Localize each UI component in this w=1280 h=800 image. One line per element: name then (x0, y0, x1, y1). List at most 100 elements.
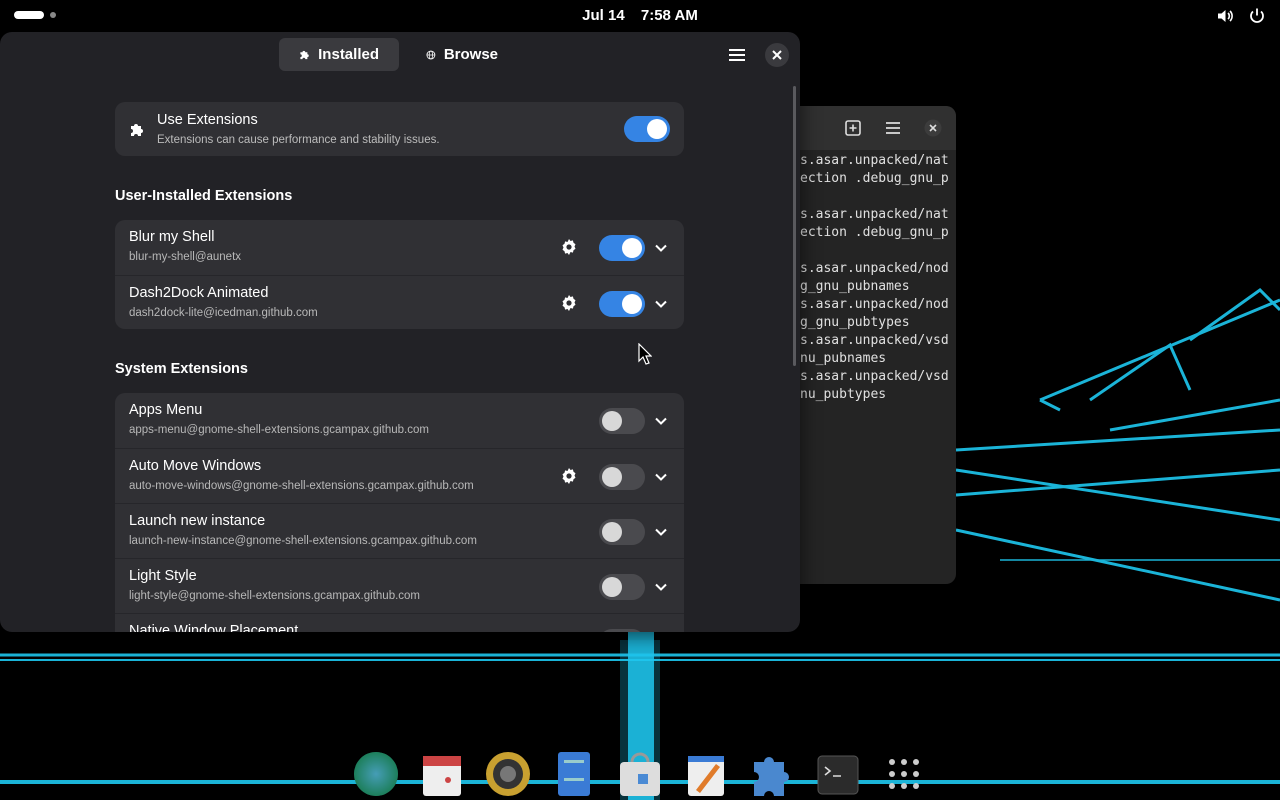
music-player-icon[interactable] (484, 748, 532, 796)
toggle-knob (602, 577, 622, 597)
software-icon[interactable] (616, 748, 664, 796)
use-extensions-title: Use Extensions (157, 112, 258, 128)
use-extensions-row: Use Extensions Extensions can cause perf… (115, 102, 684, 156)
clock-date: Jul 14 (582, 7, 625, 24)
extension-row[interactable]: Light Style light-style@gnome-shell-exten… (115, 558, 684, 613)
settings-gear-icon[interactable] (560, 467, 578, 485)
system-tray[interactable] (1216, 7, 1266, 25)
extension-toggle[interactable] (599, 464, 645, 490)
extension-toggle[interactable] (599, 408, 645, 434)
extension-name: Launch new instance (129, 513, 266, 529)
terminal-line: nu_pubnames (800, 351, 887, 366)
extension-uuid: light-style@gnome-shell-extensions.gcamp… (129, 590, 421, 602)
toggle-knob (602, 522, 622, 542)
toggle-knob (622, 238, 642, 258)
calendar-icon[interactable] (418, 748, 466, 796)
terminal-line: s.asar.unpacked/vsd (800, 369, 949, 384)
extension-row[interactable]: Dash2Dock Animated dash2dock-lite@icedman… (115, 275, 684, 329)
chevron-down-icon[interactable] (653, 296, 669, 312)
extension-uuid: launch-new-instance@gnome-shell-extensio… (129, 535, 477, 547)
power-icon[interactable] (1248, 7, 1266, 25)
globe-icon (426, 50, 436, 59)
terminal-line: nu_pubtypes (800, 387, 887, 402)
browser-icon[interactable] (352, 748, 400, 796)
top-bar: Jul 14 7:58 AM (0, 0, 1280, 32)
chevron-down-icon[interactable] (653, 524, 669, 540)
terminal-line: ection .debug_gnu_p (800, 171, 949, 186)
extension-row[interactable]: Blur my Shell blur-my-shell@aunetx (115, 220, 684, 275)
dock (340, 740, 940, 800)
extension-toggle[interactable] (599, 235, 645, 261)
extension-name: Apps Menu (129, 402, 203, 418)
extension-name: Dash2Dock Animated (129, 285, 269, 301)
tab-installed-label: Installed (318, 46, 379, 63)
terminal-line: s.asar.unpacked/nat (800, 207, 949, 222)
files-icon[interactable] (550, 748, 598, 796)
settings-gear-icon[interactable] (560, 238, 578, 256)
chevron-down-icon[interactable] (653, 413, 669, 429)
extension-uuid: auto-move-windows@gnome-shell-extensions… (129, 480, 474, 492)
mouse-cursor (638, 343, 652, 365)
new-tab-icon[interactable] (844, 119, 862, 137)
terminal-output: s.asar.unpacked/nat ection .debug_gnu_p s.… (800, 152, 949, 404)
clock-time: 7:58 AM (640, 7, 698, 24)
extension-name: Light Style (129, 568, 197, 584)
extension-toggle[interactable] (599, 629, 645, 632)
terminal-line: g_gnu_pubtypes (800, 315, 910, 330)
chevron-down-icon[interactable] (653, 240, 669, 256)
extensions-icon[interactable] (748, 748, 796, 796)
close-icon (772, 50, 782, 60)
terminal-icon[interactable] (814, 748, 862, 796)
settings-gear-icon[interactable] (560, 294, 578, 312)
chevron-down-icon[interactable] (653, 579, 669, 595)
use-extensions-toggle[interactable] (624, 116, 670, 142)
toggle-knob (602, 411, 622, 431)
extension-row[interactable]: Auto Move Windows auto-move-windows@gnome… (115, 448, 684, 503)
terminal-line: s.asar.unpacked/nod (800, 261, 949, 276)
chevron-down-icon[interactable] (653, 469, 669, 485)
clock[interactable]: Jul 14 7:58 AM (0, 7, 1280, 24)
puzzle-icon (131, 124, 143, 136)
terminal-menu-icon[interactable] (884, 119, 902, 137)
system-extensions-heading: System Extensions (115, 361, 248, 377)
user-extensions-list: Blur my Shell blur-my-shell@aunetx Dash2Do… (115, 220, 684, 329)
terminal-line: s.asar.unpacked/nod (800, 297, 949, 312)
extension-row[interactable]: Native Window Placement (115, 613, 684, 632)
toggle-knob (647, 119, 667, 139)
text-editor-icon[interactable] (682, 748, 730, 796)
tab-installed[interactable]: Installed (279, 38, 399, 71)
header-bar: Installed Browse (0, 32, 800, 78)
extension-uuid: dash2dock-lite@icedman.github.com (129, 307, 318, 319)
extensions-window: Installed Browse Use Extensions Extensio… (0, 32, 800, 632)
terminal-line: g_gnu_pubnames (800, 279, 910, 294)
system-extensions-list: Apps Menu apps-menu@gnome-shell-extension… (115, 393, 684, 632)
toggle-knob (602, 467, 622, 487)
extension-uuid: apps-menu@gnome-shell-extensions.gcampax… (129, 424, 429, 436)
main-menu-icon[interactable] (725, 44, 749, 66)
extension-name: Native Window Placement (129, 623, 299, 632)
toggle-knob (622, 294, 642, 314)
terminal-line: ection .debug_gnu_p (800, 225, 949, 240)
volume-icon[interactable] (1216, 7, 1234, 25)
extension-uuid: blur-my-shell@aunetx (129, 251, 242, 263)
terminal-line: s.asar.unpacked/nat (800, 153, 949, 168)
use-extensions-subtitle: Extensions can cause performance and sta… (157, 134, 440, 146)
extension-name: Blur my Shell (129, 229, 215, 245)
extension-toggle[interactable] (599, 291, 645, 317)
extension-row[interactable]: Launch new instance launch-new-instance@g… (115, 503, 684, 558)
close-button[interactable] (765, 43, 789, 67)
extension-name: Auto Move Windows (129, 458, 262, 474)
terminal-close-icon[interactable] (924, 119, 942, 137)
tab-browse-label: Browse (443, 46, 498, 63)
user-extensions-heading: User-Installed Extensions (115, 188, 293, 204)
puzzle-icon (300, 50, 309, 59)
app-grid-icon[interactable] (880, 748, 928, 796)
tab-browse[interactable]: Browse (406, 38, 518, 71)
content-scrollbar[interactable] (793, 86, 796, 366)
terminal-line: s.asar.unpacked/vsd (800, 333, 949, 348)
extension-row[interactable]: Apps Menu apps-menu@gnome-shell-extension… (115, 393, 684, 448)
extension-toggle[interactable] (599, 519, 645, 545)
extension-toggle[interactable] (599, 574, 645, 600)
